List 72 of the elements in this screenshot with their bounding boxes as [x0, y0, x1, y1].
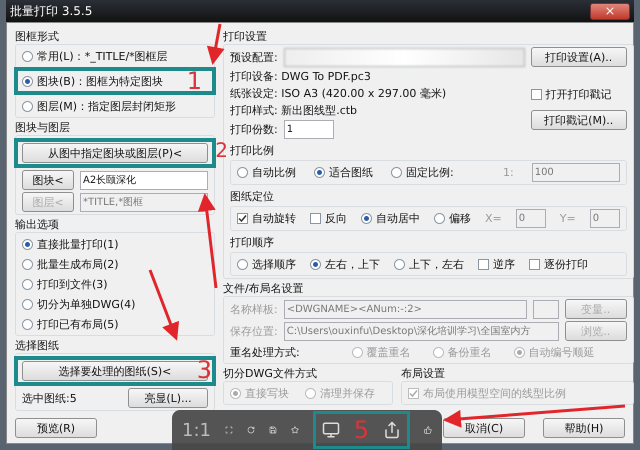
- location-field[interactable]: C:\Users\ouxinfu\Desktop\深化培训学习\全国室内方: [284, 322, 559, 340]
- close-button[interactable]: [590, 2, 630, 20]
- checkbox[interactable]: 反向: [310, 211, 347, 226]
- radio-button[interactable]: 图块(B)：图框为特定图块: [22, 74, 164, 88]
- checkbox[interactable]: 打开打印戳记: [530, 87, 627, 102]
- radio-button[interactable]: 上下，左右: [394, 256, 464, 272]
- info-text: 打印设备: DWG To PDF.pc3: [230, 69, 372, 84]
- arrow: [148, 269, 180, 341]
- dialog-button[interactable]: 取消(C): [443, 418, 525, 438]
- radio-button[interactable]: 适合图纸: [314, 165, 373, 180]
- location-label: 保存位置:: [230, 324, 278, 338]
- group-label: 图框形式: [15, 29, 60, 44]
- close-icon: [604, 5, 616, 17]
- ratio-field[interactable]: 100: [532, 163, 620, 182]
- radio-button[interactable]: 打印已有布局(5): [22, 316, 119, 332]
- radio-button[interactable]: 常用(L)：*_TITLE/*图框层: [22, 48, 168, 64]
- y-label: Y=: [560, 212, 576, 225]
- group-label: 图块与图层: [15, 120, 71, 135]
- radio-button[interactable]: 自动居中: [361, 211, 420, 226]
- info-text: 打印样式: 新出图线型.ctb: [230, 103, 358, 118]
- group-label: 切分DWG文件方式: [223, 366, 318, 381]
- ratio-label: 1:: [502, 166, 514, 179]
- group-label: 选择图纸: [15, 338, 60, 353]
- group-label: 文件/布局名设置: [223, 281, 305, 296]
- radio-button[interactable]: 图层(M)：指定图层封闭矩形: [22, 98, 176, 114]
- group-label: 打印设置: [223, 29, 268, 44]
- step-number: 5: [354, 418, 370, 442]
- group-label: 输出选项: [15, 217, 60, 232]
- stamp-button[interactable]: 打印戳记(M)..: [530, 110, 627, 130]
- monitor-icon[interactable]: [322, 421, 340, 439]
- radio-button[interactable]: 直接批量打印(1): [22, 236, 119, 252]
- small-field[interactable]: [532, 300, 559, 318]
- x-label: X=: [485, 212, 502, 225]
- checkbox[interactable]: 自动旋转: [237, 211, 296, 226]
- offset-x-field[interactable]: 0: [516, 209, 546, 228]
- radio-button[interactable]: 偏移: [434, 211, 471, 226]
- step-number: 2: [215, 140, 228, 160]
- window-title: 批量打印 3.5.5: [10, 2, 92, 20]
- preview-button[interactable]: 预览(R): [15, 418, 97, 438]
- radio-button[interactable]: 固定比例:: [391, 165, 454, 180]
- dialog-button[interactable]: 帮助(H): [543, 418, 625, 438]
- checkbox[interactable]: 逆序: [478, 256, 515, 272]
- radio-button[interactable]: 打印到文件(3): [22, 276, 108, 292]
- preset-field[interactable]: [284, 48, 525, 66]
- group-label: 图纸定位: [230, 189, 275, 204]
- template-field[interactable]: <DWGNAME><ANum:-:2>: [284, 300, 527, 318]
- radio-button[interactable]: 左右，上下: [310, 256, 380, 272]
- name-field[interactable]: A2长颐深化: [80, 170, 208, 190]
- group-label: 布局设置: [401, 366, 446, 381]
- print-settings-button[interactable]: 打印设置(A)..: [530, 47, 627, 67]
- copies-field[interactable]: 1: [284, 120, 334, 139]
- radio-button[interactable]: 切分为单独DWG(4): [22, 296, 136, 312]
- select-button[interactable]: 图块<: [22, 170, 74, 190]
- group-label: 打印顺序: [230, 235, 275, 250]
- highlight-button[interactable]: 亮显(L)...: [128, 388, 208, 408]
- offset-y-field[interactable]: 0: [590, 209, 620, 228]
- actual-size-button[interactable]: 1:1: [182, 420, 211, 440]
- radio-button[interactable]: 选择顺序: [237, 256, 296, 272]
- preset-label: 预设配置:: [230, 50, 278, 64]
- copies-label: 打印份数:: [230, 122, 278, 137]
- duplicate-label: 重名处理方式:: [230, 344, 300, 360]
- group-label: 打印比例: [230, 143, 275, 158]
- step-number: 1: [186, 69, 202, 93]
- selected-count: 选中图纸:5: [22, 390, 77, 406]
- share-icon[interactable]: [383, 421, 402, 439]
- radio-button[interactable]: 自动比例: [237, 165, 296, 180]
- radio-button[interactable]: 批量生成布局(2): [22, 256, 119, 272]
- checkbox[interactable]: 逐份打印: [529, 256, 588, 272]
- arrow: [206, 24, 225, 65]
- pick-button[interactable]: 从图中指定图块或图层(P)<: [22, 143, 208, 163]
- template-label: 名称样板:: [230, 302, 278, 316]
- info-text: 纸张设定: ISO A3 (420.00 x 297.00 毫米): [230, 86, 448, 101]
